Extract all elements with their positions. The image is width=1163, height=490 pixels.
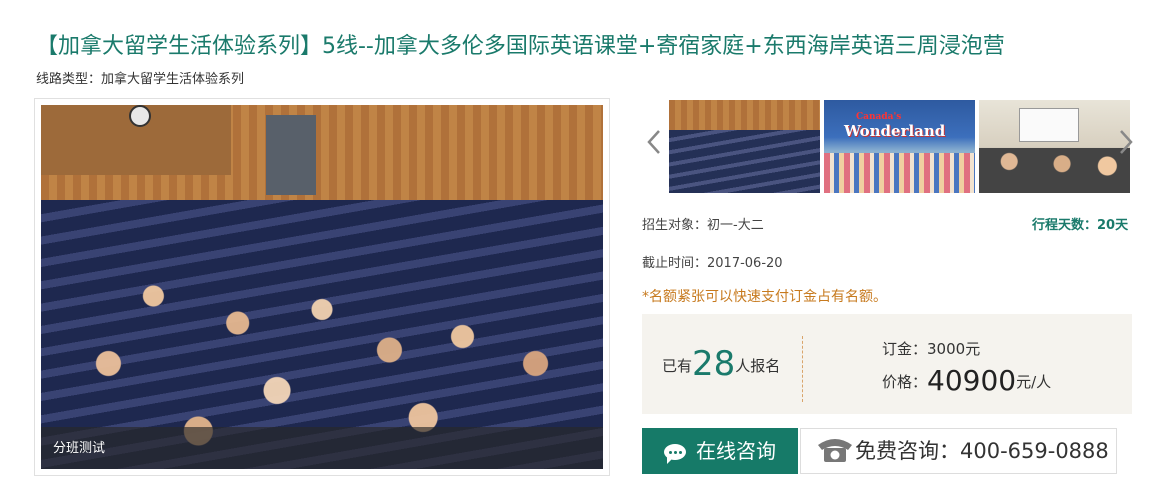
photo-caption: 分班测试 [53,441,106,456]
target-audience: 招生对象：初一-大二 [642,214,764,233]
route-type-label: 线路类型： [36,72,102,87]
enrolled-suffix: 人报名 [735,357,781,375]
target-label: 招生对象： [642,218,708,233]
photo-door [266,115,316,195]
deadline-label: 截止时间： [642,256,708,271]
consult-label: 在线咨询 [696,439,776,463]
phone-consult[interactable]: 免费咨询：400-659-0888 [800,428,1117,474]
clock-icon [129,105,151,127]
days-value: 20天 [1097,218,1129,233]
wonderland-sign: Canada's Wonderland [844,112,945,140]
deposit: 订金：3000元 [882,338,980,359]
thumbnail-board [1019,108,1079,142]
classroom-photo: 分班测试 [41,105,603,469]
deadline-value: 2017-06-20 [707,256,783,271]
price-divider [802,336,803,402]
route-type: 线路类型：加拿大留学生活体验系列 [36,68,244,87]
online-consult-button[interactable]: 在线咨询 [642,428,798,474]
chevron-right-icon [1120,130,1133,154]
enrolled-prefix: 已有 [662,357,693,375]
wonderland-sign-top: Canada's [856,112,902,122]
price-amount: 40900 [927,364,1017,397]
chat-bubble-icon [664,444,686,464]
deposit-label: 订金： [882,340,928,358]
phone-icon [815,435,855,465]
days-label: 行程天数： [1032,218,1098,233]
price-label: 价格： [882,373,928,391]
route-type-value: 加拿大留学生活体验系列 [101,72,245,87]
price-unit: 元/人 [1016,373,1052,391]
deposit-value: 3000元 [927,340,981,358]
free-consult-label: 免费咨询： [855,439,960,463]
phone-number: 400-659-0888 [960,439,1109,463]
thumbnail-wonderland[interactable]: Canada's Wonderland [824,100,975,193]
trip-days: 行程天数：20天 [1032,214,1128,233]
wonderland-sign-text: Wonderland [844,122,946,140]
thumbnail-people [979,148,1130,193]
price: 价格：40900元/人 [882,364,1051,397]
deposit-notice: *名额紧张可以快速支付订金占有名额。 [642,289,887,305]
thumbnail-next-button[interactable] [1116,128,1136,164]
deadline: 截止时间：2017-06-20 [642,252,783,271]
page-title: 【加拿大留学生活体验系列】5线--加拿大多伦多国际英语课堂+寄宿家庭+东西海岸英… [36,34,1005,59]
enrolled-number: 28 [692,344,736,384]
thumbnail-lesson[interactable] [979,100,1130,193]
thumbnail-classroom[interactable] [669,100,820,193]
thumbnail-prev-button[interactable] [644,128,664,164]
caption-bar [41,427,603,469]
main-photo[interactable]: 分班测试 [34,98,610,476]
chevron-left-icon [647,130,660,154]
price-box: 已有28人报名 订金：3000元 价格：40900元/人 [642,314,1132,414]
thumbnail-group [824,153,975,193]
target-value: 初一-大二 [707,218,764,233]
enrolled-count: 已有28人报名 [662,344,780,384]
thumbnail-seats [669,130,820,193]
